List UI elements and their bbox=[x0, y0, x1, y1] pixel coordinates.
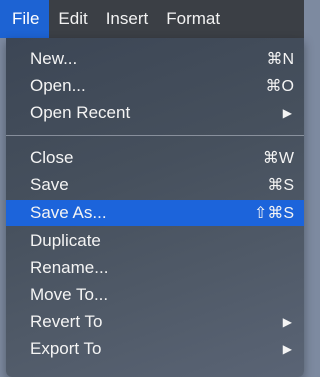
menu-item-label: Close bbox=[30, 148, 74, 167]
submenu-arrow-icon: ▶ bbox=[282, 342, 292, 356]
submenu-arrow-icon: ▶ bbox=[282, 315, 292, 329]
menu-item-save-as[interactable]: Save As... ⇧⌘S bbox=[6, 200, 304, 226]
menu-item-label: Open Recent bbox=[30, 103, 131, 122]
menu-item-label: New... bbox=[30, 49, 78, 68]
menu-item-open-recent[interactable]: Open Recent ▶ bbox=[6, 100, 304, 126]
menu-item-label: Duplicate bbox=[30, 231, 101, 250]
menu-item-label: Move To... bbox=[30, 285, 109, 304]
menubar-insert[interactable]: Insert bbox=[97, 0, 158, 38]
menubar-format[interactable]: Format bbox=[157, 0, 229, 38]
shortcut-text: ⇧⌘S bbox=[253, 205, 294, 222]
menu-item-export-to[interactable]: Export To ▶ bbox=[6, 336, 304, 362]
menu-item-duplicate[interactable]: Duplicate bbox=[6, 228, 304, 254]
menu-item-move-to[interactable]: Move To... bbox=[6, 282, 304, 308]
menu-separator bbox=[6, 135, 304, 136]
shortcut-text: ⌘S bbox=[267, 177, 294, 194]
menubar-file[interactable]: File bbox=[0, 0, 50, 38]
menu-item-label: Rename... bbox=[30, 258, 109, 277]
menu-item-new[interactable]: New... ⌘N bbox=[6, 46, 304, 72]
file-menu-dropdown: New... ⌘N Open... ⌘O Open Recent ▶ Close… bbox=[6, 38, 304, 377]
menu-item-open[interactable]: Open... ⌘O bbox=[6, 73, 304, 99]
menubar-edit[interactable]: Edit bbox=[49, 0, 96, 38]
shortcut-text: ⌘O bbox=[265, 78, 294, 95]
submenu-arrow-icon: ▶ bbox=[282, 106, 292, 120]
shortcut-text: ⌘W bbox=[262, 150, 294, 167]
menu-item-save[interactable]: Save ⌘S bbox=[6, 172, 304, 198]
menu-item-revert-to[interactable]: Revert To ▶ bbox=[6, 309, 304, 335]
menu-bar: File Edit Insert Format bbox=[0, 0, 304, 38]
menu-item-label: Open... bbox=[30, 76, 86, 95]
menu-item-rename[interactable]: Rename... bbox=[6, 255, 304, 281]
shortcut-text: ⌘N bbox=[266, 51, 294, 68]
menu-item-label: Save As... bbox=[30, 203, 107, 222]
menu-item-label: Save bbox=[30, 175, 69, 194]
menu-item-label: Revert To bbox=[30, 312, 103, 331]
menu-item-close[interactable]: Close ⌘W bbox=[6, 145, 304, 171]
menu-item-label: Export To bbox=[30, 339, 102, 358]
